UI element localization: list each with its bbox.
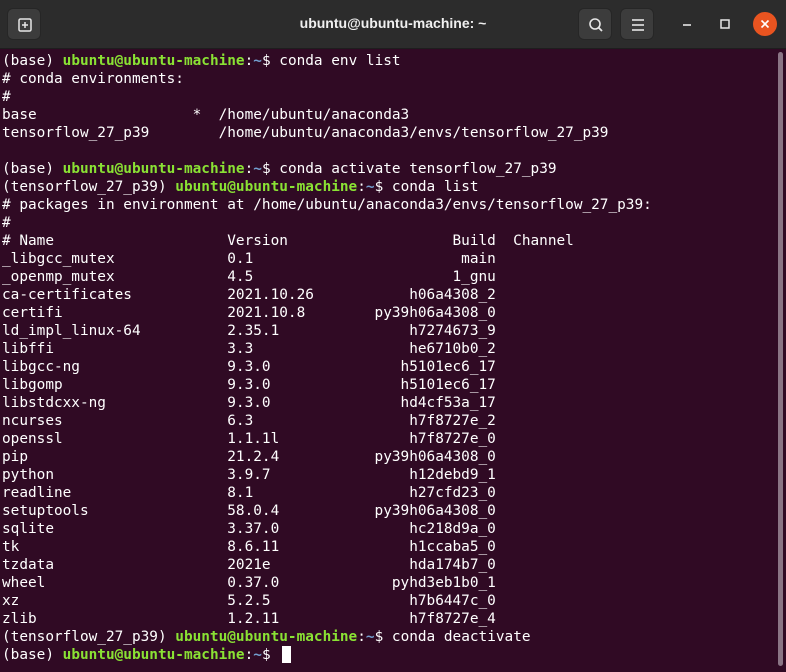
output-line: ca-certificates 2021.10.26 h06a4308_2 [2,287,496,303]
prompt-path: ~ [365,629,375,645]
prompt-env: (tensorflow_27_p39) [2,629,176,645]
output-line: ncurses 6.3 h7f8727e_2 [2,413,496,429]
prompt-path: ~ [253,647,262,663]
output-line: _libgcc_mutex 0.1 main [2,251,496,267]
command-text: conda list [391,179,479,195]
prompt-userhost: ubuntu@ubuntu-machine [175,629,358,645]
output-line: sqlite 3.37.0 hc218d9a_0 [2,521,496,537]
command-text: conda env list [279,53,401,69]
prompt-line: (base) ubuntu@ubuntu-machine:~$ [2,646,292,664]
prompt-env: (base) [2,53,63,69]
prompt-userhost: ubuntu@ubuntu-machine [175,179,358,195]
prompt-userhost: ubuntu@ubuntu-machine [62,53,245,69]
output-line: libgomp 9.3.0 h5101ec6_17 [2,377,496,393]
output-line: base * /home/ubuntu/anaconda3 [2,107,410,123]
output-line: # packages in environment at /home/ubunt… [2,197,652,213]
output-line: _openmp_mutex 4.5 1_gnu [2,269,496,285]
output-line: openssl 1.1.1l h7f8727e_0 [2,431,496,447]
output-line: # [2,89,11,105]
scrollbar[interactable] [778,52,783,666]
command-text: conda activate tensorflow_27_p39 [279,161,557,177]
prompt-path: ~ [253,161,262,177]
search-button[interactable] [578,8,612,40]
prompt-dollar: $ [374,179,392,195]
prompt-dollar: $ [261,161,280,177]
prompt-env: (base) [2,647,63,663]
prompt-dollar: $ [261,53,280,69]
output-line: zlib 1.2.11 h7f8727e_4 [2,611,496,627]
prompt-userhost: ubuntu@ubuntu-machine [62,647,245,663]
prompt-line: (base) ubuntu@ubuntu-machine:~$ conda en… [2,52,401,70]
menu-button[interactable] [620,8,654,40]
prompt-path: ~ [253,53,262,69]
window-title: ubuntu@ubuntu-machine: ~ [299,15,487,31]
output-line: # conda environments: [2,71,184,87]
output-line: readline 8.1 h27cfd23_0 [2,485,496,501]
output-line: # [2,215,11,231]
output-line: tzdata 2021e hda174b7_0 [2,557,496,573]
output-line: tensorflow_27_p39 /home/ubuntu/anaconda3… [2,125,609,141]
output-line: ld_impl_linux-64 2.35.1 h7274673_9 [2,323,496,339]
prompt-colon: : [244,161,254,177]
output-line: certifi 2021.10.8 py39h06a4308_0 [2,305,496,321]
prompt-colon: : [357,179,366,195]
text-cursor [282,646,292,663]
prompt-colon: : [357,629,366,645]
output-line: tk 8.6.11 h1ccaba5_0 [2,539,496,555]
output-line: wheel 0.37.0 pyhd3eb1b0_1 [2,575,496,591]
title-bar: ubuntu@ubuntu-machine: ~ [0,0,786,49]
output-line: libstdcxx-ng 9.3.0 hd4cf53a_17 [2,395,496,411]
prompt-env: (tensorflow_27_p39) [2,179,176,195]
output-line: xz 5.2.5 h7b6447c_0 [2,593,496,609]
output-line: pip 21.2.4 py39h06a4308_0 [2,449,496,465]
output-line: libffi 3.3 he6710b0_2 [2,341,496,357]
prompt-userhost: ubuntu@ubuntu-machine [62,161,245,177]
output-line: # Name Version Build Channel [2,233,574,249]
prompt-colon: : [244,647,254,663]
output-line: python 3.9.7 h12debd9_1 [2,467,496,483]
prompt-path: ~ [365,179,375,195]
terminal-output[interactable]: (base) ubuntu@ubuntu-machine:~$ conda en… [0,49,776,672]
prompt-dollar: $ [261,647,280,663]
maximize-button[interactable] [713,12,737,36]
prompt-line: (base) ubuntu@ubuntu-machine:~$ conda ac… [2,160,557,178]
close-button[interactable] [753,12,777,36]
prompt-colon: : [244,53,254,69]
output-line: setuptools 58.0.4 py39h06a4308_0 [2,503,496,519]
output-line: libgcc-ng 9.3.0 h5101ec6_17 [2,359,496,375]
prompt-line: (tensorflow_27_p39) ubuntu@ubuntu-machin… [2,628,531,646]
prompt-dollar: $ [374,629,392,645]
prompt-line: (tensorflow_27_p39) ubuntu@ubuntu-machin… [2,178,479,196]
minimize-button[interactable] [675,12,699,36]
command-text: conda deactivate [391,629,531,645]
prompt-env: (base) [2,161,63,177]
